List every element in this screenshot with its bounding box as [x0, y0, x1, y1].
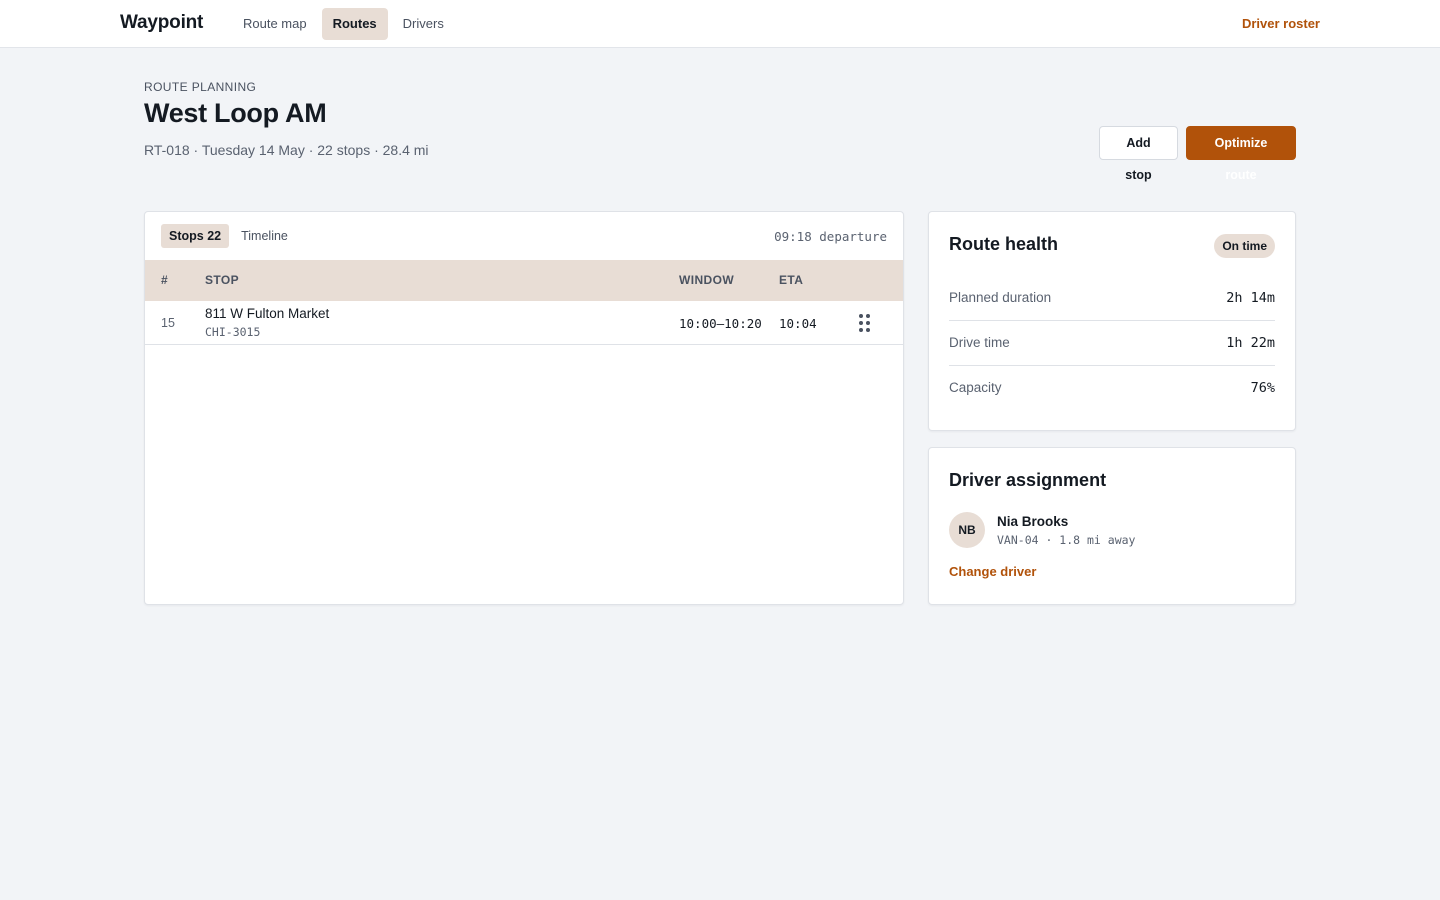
nav-item-route-map[interactable]: Route map: [232, 8, 318, 40]
column-header-eta: ETA: [779, 273, 804, 287]
table-row[interactable]: 15 811 W Fulton Market CHI-3015 10:00–10…: [145, 301, 903, 345]
nav-item-routes[interactable]: Routes: [321, 8, 388, 40]
change-driver-link[interactable]: Change driver: [949, 564, 1036, 579]
driver-assignment-panel: Driver assignment NB Nia Brooks VAN-04 ·…: [928, 447, 1296, 605]
stop-code: CHI-3015: [205, 325, 261, 339]
drag-handle-icon[interactable]: [859, 314, 871, 332]
metric-label: Planned duration: [949, 290, 1052, 305]
metric-value: 1h 22m: [1226, 335, 1275, 351]
main-nav: Route map Routes Drivers: [232, 8, 455, 40]
tab-stops[interactable]: Stops 22: [161, 224, 230, 248]
metric-drive-time: Drive time 1h 22m: [949, 321, 1275, 366]
add-stop-button[interactable]: Add stop: [1099, 126, 1178, 182]
route-health-panel: Route health On time Planned duration 2h…: [928, 211, 1296, 431]
metric-value: 2h 14m: [1226, 290, 1275, 306]
driver-name: Nia Brooks: [997, 514, 1069, 529]
column-header-window: WINDOW: [679, 273, 735, 287]
driver-meta: VAN-04 · 1.8 mi away: [997, 533, 1136, 547]
stop-eta: 10:04: [779, 316, 817, 331]
driver-assignment-title: Driver assignment: [949, 470, 1107, 490]
column-header-stop: STOP: [205, 273, 240, 287]
stops-panel: Stops 22 Timeline 09:18 departure # STOP…: [144, 211, 904, 605]
stops-tabs: Stops 22 Timeline: [161, 224, 296, 248]
avatar: NB: [949, 512, 985, 548]
page-eyebrow: ROUTE PLANNING: [144, 80, 257, 94]
driver-roster-link[interactable]: Driver roster: [1242, 16, 1320, 31]
stop-name: 811 W Fulton Market: [205, 306, 330, 321]
status-badge: On time: [1214, 234, 1275, 258]
tab-timeline[interactable]: Timeline: [233, 224, 296, 248]
departure-time: 09:18 departure: [774, 229, 887, 244]
optimize-route-button[interactable]: Optimize route: [1186, 126, 1296, 182]
metric-label: Drive time: [949, 335, 1010, 350]
route-meta: RT-018 · Tuesday 14 May · 22 stops · 28.…: [144, 142, 429, 158]
app-logo[interactable]: Waypoint: [120, 12, 203, 34]
table-header: # STOP WINDOW ETA: [145, 260, 903, 301]
metric-label: Capacity: [949, 380, 1002, 395]
metric-planned-duration: Planned duration 2h 14m: [949, 276, 1275, 321]
column-header-number: #: [161, 273, 169, 287]
metric-value: 76%: [1250, 380, 1275, 396]
page-title: West Loop AM: [144, 98, 327, 128]
stop-number: 15: [161, 316, 175, 330]
nav-item-drivers[interactable]: Drivers: [392, 8, 455, 40]
stop-window: 10:00–10:20: [679, 316, 762, 331]
top-bar: Waypoint Route map Routes Drivers Driver…: [0, 0, 1440, 48]
metric-capacity: Capacity 76%: [949, 366, 1275, 411]
route-health-title: Route health: [949, 234, 1059, 254]
